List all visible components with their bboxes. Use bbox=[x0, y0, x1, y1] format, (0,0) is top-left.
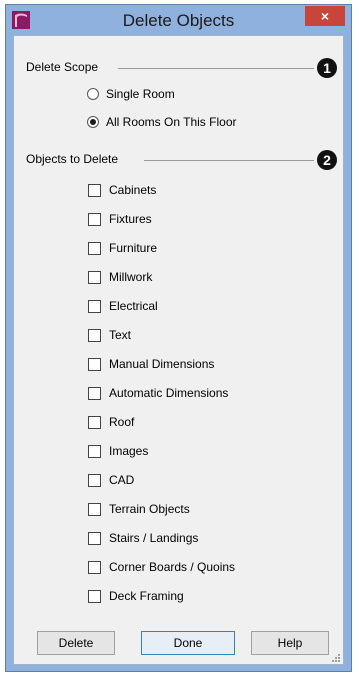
checkbox[interactable] bbox=[88, 560, 101, 574]
resize-grip-icon[interactable] bbox=[331, 652, 341, 662]
checkbox-item-images[interactable]: Images bbox=[88, 442, 148, 460]
done-button[interactable]: Done bbox=[141, 631, 235, 655]
checkbox-item-text[interactable]: Text bbox=[88, 326, 131, 344]
checkbox-label: Millwork bbox=[109, 270, 153, 284]
title-bar[interactable]: Delete Objects × bbox=[6, 5, 351, 35]
checkbox-item-deck-framing[interactable]: Deck Framing bbox=[88, 587, 184, 605]
checkbox-item-furniture[interactable]: Furniture bbox=[88, 239, 157, 257]
checkbox-item-automatic-dimensions[interactable]: Automatic Dimensions bbox=[88, 384, 228, 402]
checkbox[interactable] bbox=[88, 183, 101, 197]
radio-all-rooms[interactable]: All Rooms On This Floor bbox=[87, 113, 236, 131]
checkbox-label: Furniture bbox=[109, 241, 158, 255]
checkbox-item-roof[interactable]: Roof bbox=[88, 413, 134, 431]
checkbox[interactable] bbox=[88, 328, 101, 342]
help-button[interactable]: Help bbox=[251, 631, 329, 655]
window-title: Delete Objects bbox=[122, 11, 235, 30]
checkbox-label: Roof bbox=[109, 415, 135, 429]
checkbox-label: Text bbox=[109, 328, 132, 342]
checkbox-label: Deck Framing bbox=[109, 589, 184, 603]
checkbox-label: Cabinets bbox=[109, 183, 157, 197]
checkbox-label: Electrical bbox=[109, 299, 158, 313]
checkbox[interactable] bbox=[88, 212, 101, 226]
dialog-content: Delete Scope 1 Single Room All Rooms On … bbox=[13, 35, 344, 665]
callout-badge: 1 bbox=[317, 58, 337, 78]
checkbox[interactable] bbox=[88, 502, 101, 516]
checkbox-item-terrain-objects[interactable]: Terrain Objects bbox=[88, 500, 190, 518]
checkbox-item-cabinets[interactable]: Cabinets bbox=[88, 181, 156, 199]
checkbox-item-millwork[interactable]: Millwork bbox=[88, 268, 152, 286]
checkbox-label: Images bbox=[109, 444, 149, 458]
checkbox-label: Automatic Dimensions bbox=[109, 386, 229, 400]
checkbox[interactable] bbox=[88, 386, 101, 400]
dialog-window: Delete Objects × Delete Scope 1 Single R… bbox=[5, 4, 352, 672]
callout-badge: 2 bbox=[317, 150, 337, 170]
checkbox[interactable] bbox=[88, 299, 101, 313]
objects-to-delete-header: Objects to Delete bbox=[26, 152, 119, 166]
radio-label: All Rooms On This Floor bbox=[106, 115, 237, 129]
checkbox[interactable] bbox=[88, 473, 101, 487]
checkbox[interactable] bbox=[88, 357, 101, 371]
checkbox[interactable] bbox=[88, 241, 101, 255]
checkbox-label: Fixtures bbox=[109, 212, 152, 226]
radio-label: Single Room bbox=[106, 87, 175, 101]
checkbox-label: Corner Boards / Quoins bbox=[109, 560, 236, 574]
delete-scope-header: Delete Scope bbox=[26, 60, 99, 74]
radio-single-room[interactable]: Single Room bbox=[87, 85, 175, 103]
radio-button[interactable] bbox=[87, 116, 99, 128]
checkbox-item-corner-boards-quoins[interactable]: Corner Boards / Quoins bbox=[88, 558, 235, 576]
checkbox[interactable] bbox=[88, 444, 101, 458]
checkbox-item-manual-dimensions[interactable]: Manual Dimensions bbox=[88, 355, 214, 373]
delete-scope-divider bbox=[118, 68, 314, 69]
checkbox-item-cad[interactable]: CAD bbox=[88, 471, 134, 489]
close-button[interactable]: × bbox=[305, 6, 345, 26]
checkbox-item-fixtures[interactable]: Fixtures bbox=[88, 210, 152, 228]
radio-button[interactable] bbox=[87, 88, 99, 100]
objects-to-delete-divider bbox=[144, 160, 314, 161]
checkbox[interactable] bbox=[88, 270, 101, 284]
checkbox-label: Manual Dimensions bbox=[109, 357, 215, 371]
checkbox-label: CAD bbox=[109, 473, 135, 487]
checkbox[interactable] bbox=[88, 531, 101, 545]
checkbox[interactable] bbox=[88, 589, 101, 603]
delete-button[interactable]: Delete bbox=[37, 631, 115, 655]
checkbox[interactable] bbox=[88, 415, 101, 429]
checkbox-item-electrical[interactable]: Electrical bbox=[88, 297, 158, 315]
checkbox-label: Terrain Objects bbox=[109, 502, 190, 516]
checkbox-item-stairs-landings[interactable]: Stairs / Landings bbox=[88, 529, 198, 547]
checkbox-label: Stairs / Landings bbox=[109, 531, 199, 545]
